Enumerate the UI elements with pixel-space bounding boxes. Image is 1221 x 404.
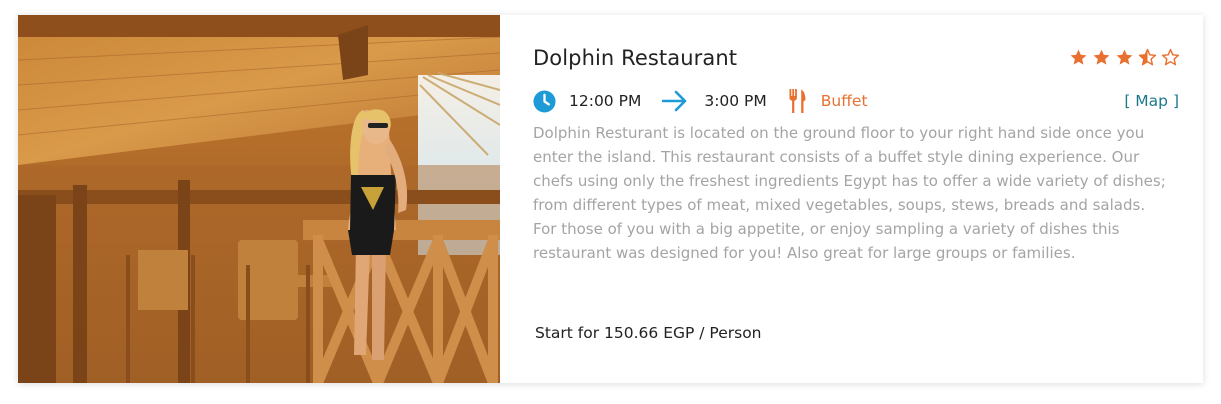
- description-paragraph: Dolphin Resturant is located on the grou…: [533, 124, 1166, 214]
- star-icon: [1070, 49, 1087, 65]
- star-half-icon: [1138, 48, 1157, 66]
- restaurant-description: Dolphin Resturant is located on the grou…: [533, 121, 1183, 265]
- end-time: 3:00 PM: [704, 92, 767, 110]
- star-icon: [1093, 49, 1110, 65]
- restaurant-details: Dolphin Restaurant 12:00 PM 3:00 PM Buff…: [500, 15, 1203, 383]
- map-link[interactable]: [ Map ]: [1124, 92, 1179, 110]
- dining-type: Buffet: [820, 92, 868, 110]
- star-empty-icon: [1161, 48, 1180, 66]
- start-time: 12:00 PM: [569, 92, 642, 110]
- description-paragraph: For those of you with a big appetite, or…: [533, 220, 1120, 262]
- clock-icon: [533, 89, 556, 113]
- restaurant-photo: [18, 15, 500, 383]
- star-icon: [1116, 49, 1133, 65]
- arrow-right-icon: [662, 90, 687, 112]
- price-text: Start for 150.66 EGP / Person: [535, 324, 762, 342]
- rating-stars: [1069, 48, 1180, 67]
- schedule-row: 12:00 PM 3:00 PM Buffet [ Map ]: [533, 88, 1179, 114]
- restaurant-card: Dolphin Restaurant 12:00 PM 3:00 PM Buff…: [18, 15, 1203, 383]
- fork-knife-icon: [789, 89, 806, 113]
